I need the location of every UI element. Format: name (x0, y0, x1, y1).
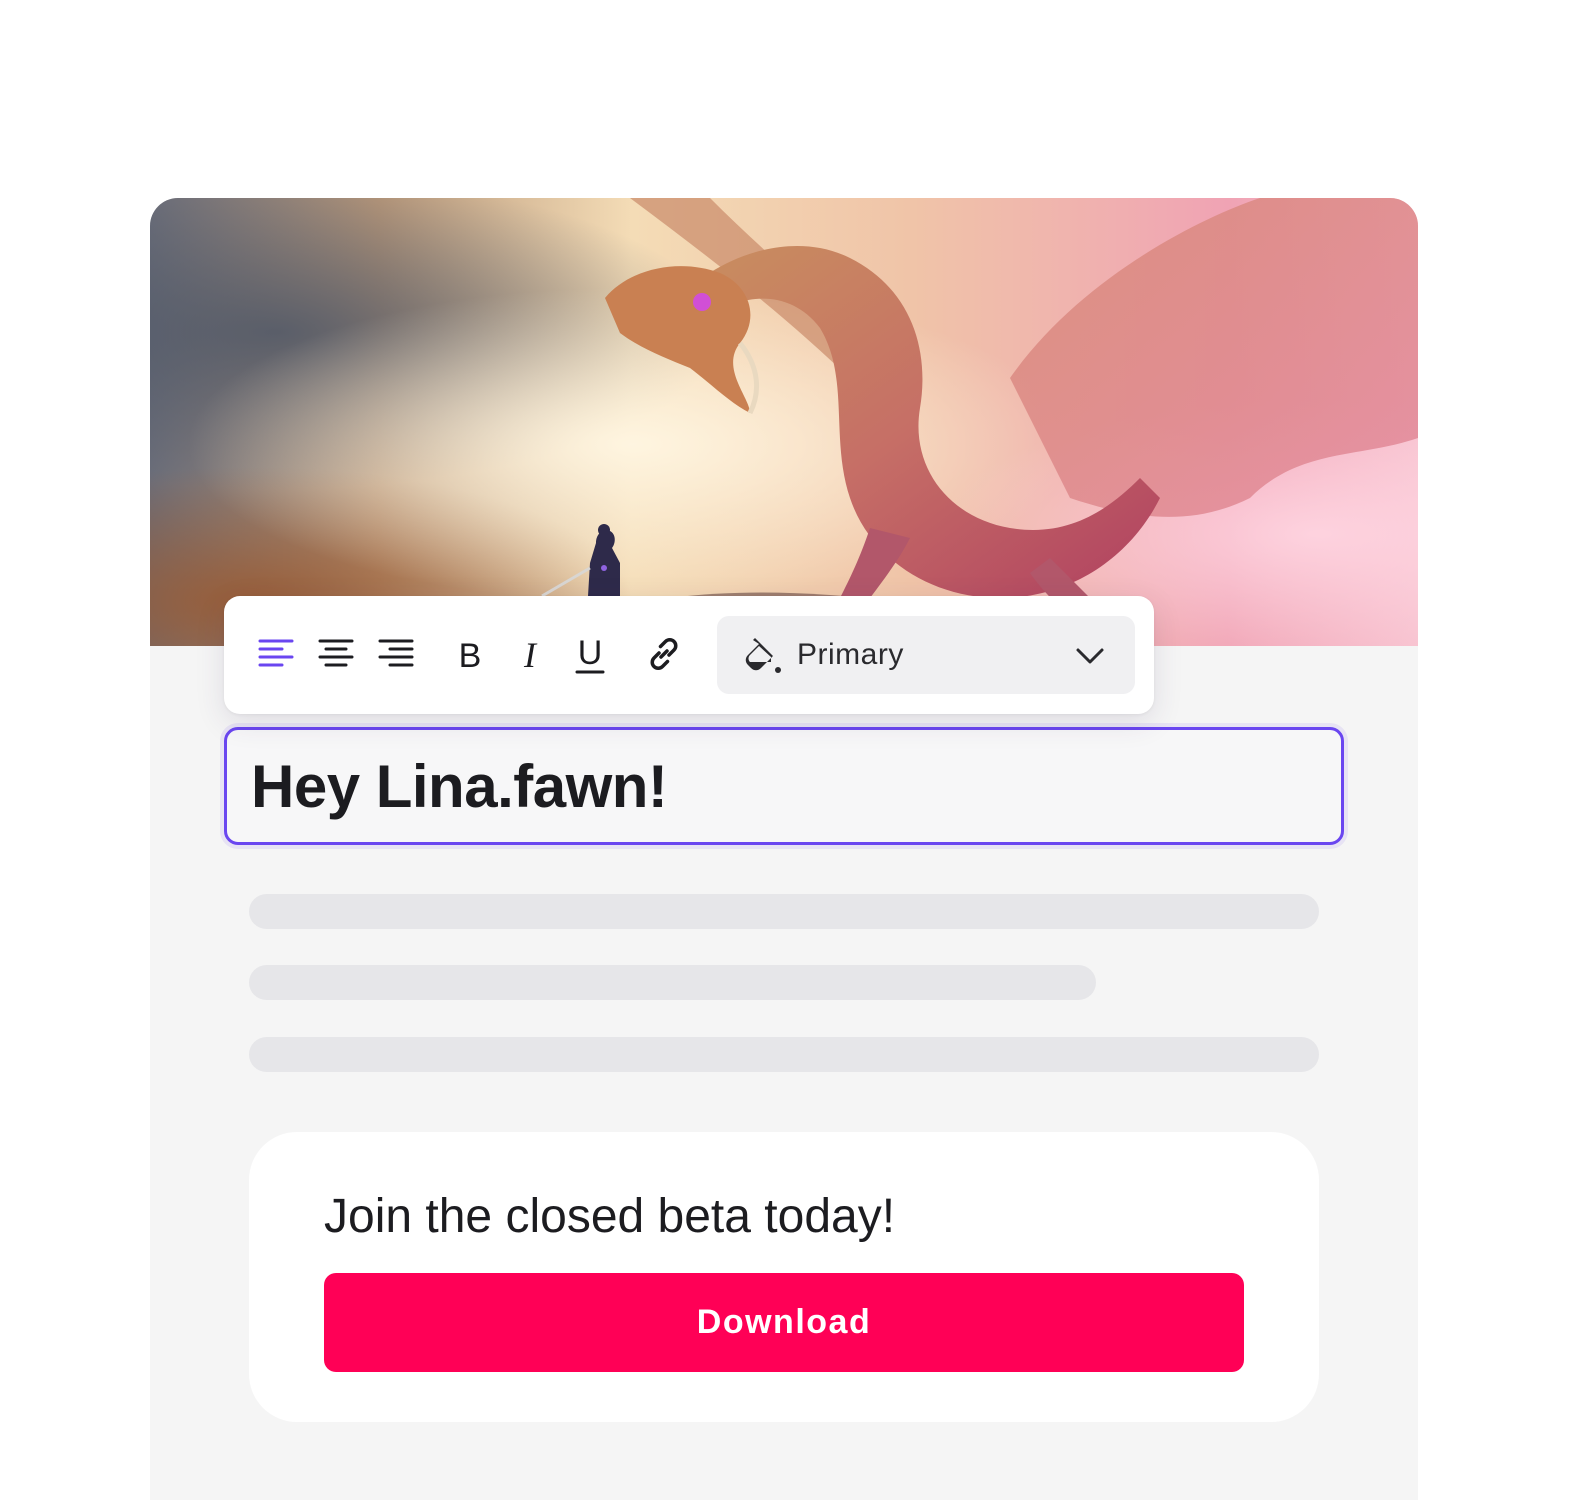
align-left-button[interactable] (248, 626, 304, 682)
dragon-illustration (150, 198, 1418, 646)
align-right-icon (378, 639, 414, 667)
svg-text:I: I (523, 635, 538, 674)
download-button[interactable]: Download (324, 1273, 1244, 1372)
link-button[interactable] (636, 626, 692, 682)
hero-image (150, 198, 1418, 646)
align-center-button[interactable] (308, 626, 364, 682)
align-center-icon (318, 639, 354, 667)
skeleton-line (249, 1037, 1319, 1072)
skeleton-line (249, 965, 1096, 1000)
paint-bucket-icon (745, 638, 781, 673)
color-style-value: Primary (797, 638, 904, 671)
headline-editor[interactable]: Hey Lina.fawn! (224, 727, 1344, 845)
svg-text:B: B (459, 637, 482, 674)
bold-button[interactable]: B (442, 626, 498, 682)
skeleton-line (249, 894, 1319, 929)
italic-icon: I (523, 635, 538, 674)
headline-text: Hey Lina.fawn! (251, 753, 668, 820)
align-left-icon (258, 639, 294, 667)
bold-icon: B (459, 637, 482, 674)
align-right-button[interactable] (368, 626, 424, 682)
color-style-select[interactable]: Primary (717, 616, 1135, 694)
underline-button[interactable]: U (562, 626, 618, 682)
cta-card: Join the closed beta today! Download (249, 1132, 1319, 1422)
link-icon (650, 638, 678, 670)
italic-button[interactable]: I (502, 626, 558, 682)
chevron-down-icon (1076, 648, 1104, 664)
cta-title: Join the closed beta today! (324, 1190, 896, 1243)
svg-text:U: U (578, 634, 603, 672)
formatting-toolbar: B I U Primary (224, 596, 1154, 714)
underline-icon: U (575, 634, 605, 674)
